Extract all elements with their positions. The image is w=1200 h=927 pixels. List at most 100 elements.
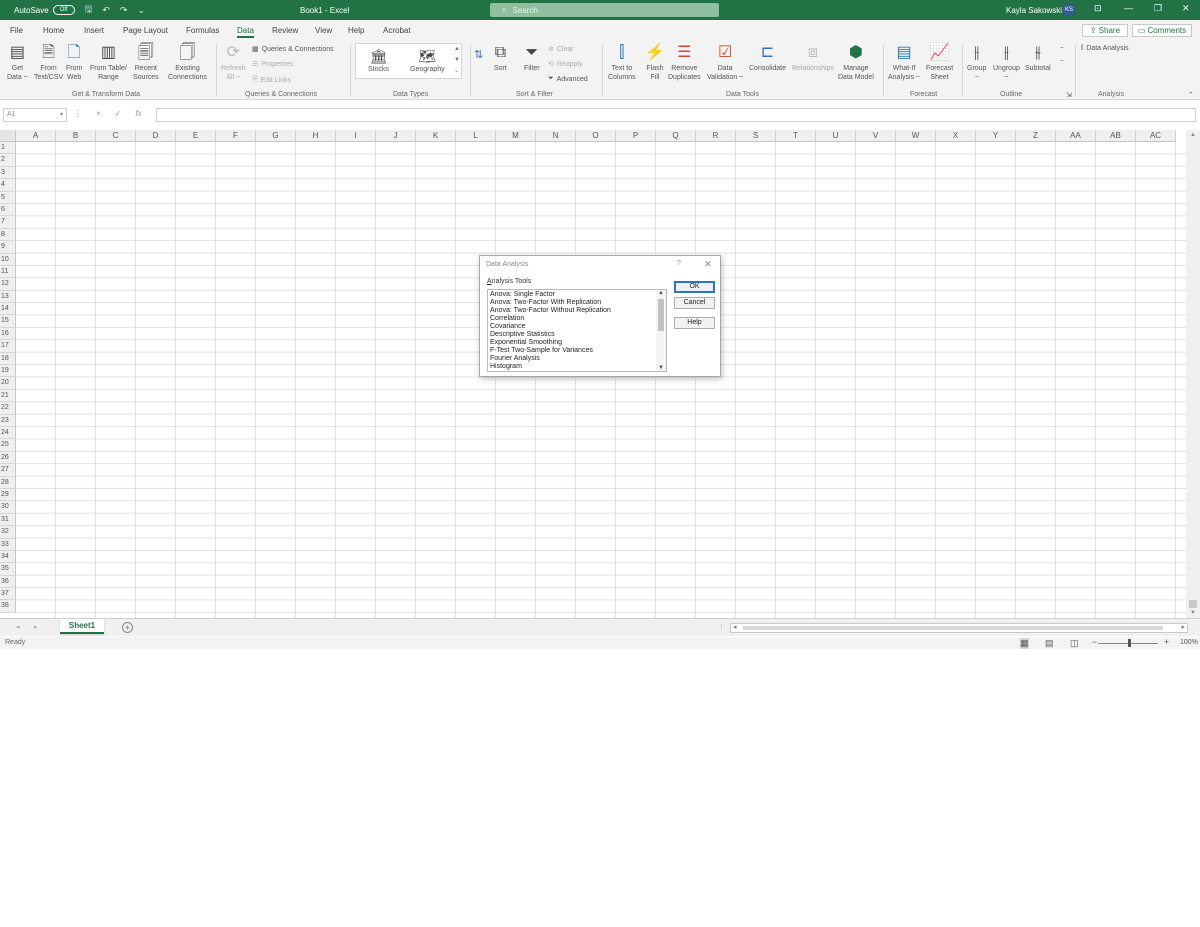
list-item[interactable]: F-Test Two-Sample for Variances (490, 347, 593, 355)
ribbon-display-icon[interactable]: ⊡ (1094, 3, 1102, 14)
list-item[interactable]: Fourier Analysis (490, 355, 540, 363)
column-header[interactable]: Q (656, 130, 696, 142)
row-header[interactable]: 12 (0, 278, 16, 291)
scroll-down-icon[interactable]: ▼ (658, 365, 664, 371)
column-header[interactable]: AC (1136, 130, 1176, 142)
column-header[interactable]: N (536, 130, 576, 142)
comments-button[interactable]: ▭ Comments (1132, 24, 1192, 37)
row-header[interactable]: 26 (0, 451, 16, 465)
hide-detail-icon[interactable]: ⁼ (1060, 58, 1064, 66)
tab-data[interactable]: Data (237, 26, 254, 38)
column-header[interactable]: AA (1056, 130, 1096, 142)
prev-sheet-icon[interactable]: ◂ (16, 623, 20, 631)
remove-duplicates-button[interactable]: ☰ Remove Duplicates (668, 42, 701, 82)
scroll-thumb[interactable] (743, 626, 1163, 630)
chevron-up-icon[interactable]: ▲ (454, 46, 460, 52)
tab-home[interactable]: Home (43, 26, 64, 35)
data-analysis-button[interactable]: ⫾ Data Analysis (1081, 44, 1129, 52)
column-header[interactable]: L (456, 130, 496, 142)
collapse-ribbon-icon[interactable]: ⌃ (1188, 91, 1194, 99)
close-icon[interactable]: ✕ (1182, 3, 1190, 14)
scroll-left-icon[interactable]: ◂ (733, 623, 737, 631)
chevron-down-icon[interactable]: ▾ (60, 109, 63, 121)
autosave-toggle[interactable]: AutoSave Off (14, 5, 75, 15)
restore-icon[interactable]: ❐ (1154, 3, 1162, 14)
column-header[interactable]: W (896, 130, 936, 142)
list-item[interactable]: Anova: Single Factor (490, 291, 555, 299)
column-header[interactable]: P (616, 130, 656, 142)
chevron-down-icon[interactable]: ▼ (454, 57, 460, 63)
cells-area[interactable] (16, 142, 1186, 618)
column-header[interactable]: I (336, 130, 376, 142)
advanced-filter-button[interactable]: ⏷ Advanced (548, 75, 588, 83)
ok-button[interactable]: OK (674, 281, 715, 293)
insert-function-icon[interactable]: fx (135, 109, 141, 118)
tab-formulas[interactable]: Formulas (186, 26, 219, 35)
consolidate-button[interactable]: ⊏ Consolidate (749, 42, 786, 73)
page-layout-view-icon[interactable]: ▤ (1045, 638, 1054, 649)
sort-button[interactable]: ⧉ Sort (494, 42, 507, 73)
analysis-tools-list[interactable]: Anova: Single Factor Anova: Two-Factor W… (487, 289, 667, 372)
data-types-gallery[interactable]: 🏛 Stocks 🗺 Geography (355, 43, 462, 79)
row-header[interactable]: 31 (0, 513, 16, 527)
reapply-button[interactable]: ⟲ Reapply (548, 60, 583, 69)
autosave-switch[interactable]: Off (52, 5, 75, 15)
flash-fill-button[interactable]: ⚡ Flash Fill (645, 42, 665, 82)
scroll-up-icon[interactable]: ▲ (658, 290, 664, 296)
dialog-close-icon[interactable]: ✕ (704, 259, 712, 270)
row-header[interactable]: 38 (0, 600, 16, 613)
row-header[interactable]: 8 (0, 228, 16, 242)
subtotal-button[interactable]: ⫳ Subtotal (1025, 42, 1051, 73)
sheet-tab[interactable]: Sheet1 (60, 619, 104, 634)
column-header[interactable]: F (216, 130, 256, 142)
from-text-button[interactable]: 🗎 From Text/CSV (34, 42, 63, 82)
row-header[interactable]: 37 (0, 588, 16, 601)
properties-button[interactable]: ☰ Properties (252, 60, 293, 69)
row-header[interactable]: 10 (0, 253, 16, 266)
page-break-view-icon[interactable]: ◫ (1070, 638, 1079, 649)
row-header[interactable]: 33 (0, 538, 16, 551)
clear-filter-button[interactable]: ⊘ Clear (548, 45, 574, 54)
queries-connections-button[interactable]: ▦ Queries & Connections (252, 45, 334, 54)
select-all-corner[interactable] (0, 130, 16, 142)
row-header[interactable]: 11 (0, 265, 16, 279)
next-sheet-icon[interactable]: ▸ (34, 623, 38, 631)
relationships-button[interactable]: ⧈ Relationships (792, 42, 834, 73)
row-header[interactable]: 20 (0, 377, 16, 390)
split-handle-icon[interactable]: ⋮ (718, 623, 725, 631)
row-header[interactable]: 3 (0, 166, 16, 180)
recent-sources-button[interactable]: 🗐 Recent Sources (133, 42, 159, 82)
customize-toolbar-icon[interactable]: ⌄ (137, 5, 145, 16)
row-header[interactable]: 4 (0, 179, 16, 192)
tab-insert[interactable]: Insert (84, 26, 104, 35)
tab-view[interactable]: View (315, 26, 332, 35)
outline-launcher-icon[interactable]: ⇲ (1066, 91, 1072, 99)
column-header[interactable]: A (16, 130, 56, 142)
row-header[interactable]: 2 (0, 154, 16, 167)
row-header[interactable]: 30 (0, 501, 16, 514)
name-box[interactable]: A1 ▾ (3, 108, 67, 122)
row-header[interactable]: 24 (0, 426, 16, 440)
column-header[interactable]: Y (976, 130, 1016, 142)
column-header[interactable]: K (416, 130, 456, 142)
list-item[interactable]: Anova: Two-Factor With Replication (490, 299, 601, 307)
row-header[interactable]: 35 (0, 563, 16, 576)
column-header[interactable]: C (96, 130, 136, 142)
show-detail-icon[interactable]: ⁼ (1060, 45, 1064, 53)
minimize-icon[interactable]: — (1124, 3, 1133, 13)
column-header[interactable]: R (696, 130, 736, 142)
from-web-button[interactable]: 🗋 From Web (66, 42, 82, 82)
tab-acrobat[interactable]: Acrobat (383, 26, 411, 35)
scroll-thumb[interactable] (658, 299, 664, 331)
vertical-scrollbar[interactable]: ▲ ▼ (1186, 130, 1200, 618)
list-scrollbar[interactable]: ▲ ▼ (656, 290, 666, 371)
row-header[interactable]: 27 (0, 464, 16, 477)
tab-review[interactable]: Review (272, 26, 298, 35)
row-header[interactable]: 15 (0, 315, 16, 328)
manage-data-model-button[interactable]: ⬢ Manage Data Model (838, 42, 874, 82)
redo-icon[interactable]: ↷ (120, 5, 128, 16)
column-header[interactable]: B (56, 130, 96, 142)
row-header[interactable]: 23 (0, 414, 16, 427)
row-header[interactable]: 17 (0, 340, 16, 353)
sort-az-button[interactable]: ⇅ (474, 44, 483, 66)
